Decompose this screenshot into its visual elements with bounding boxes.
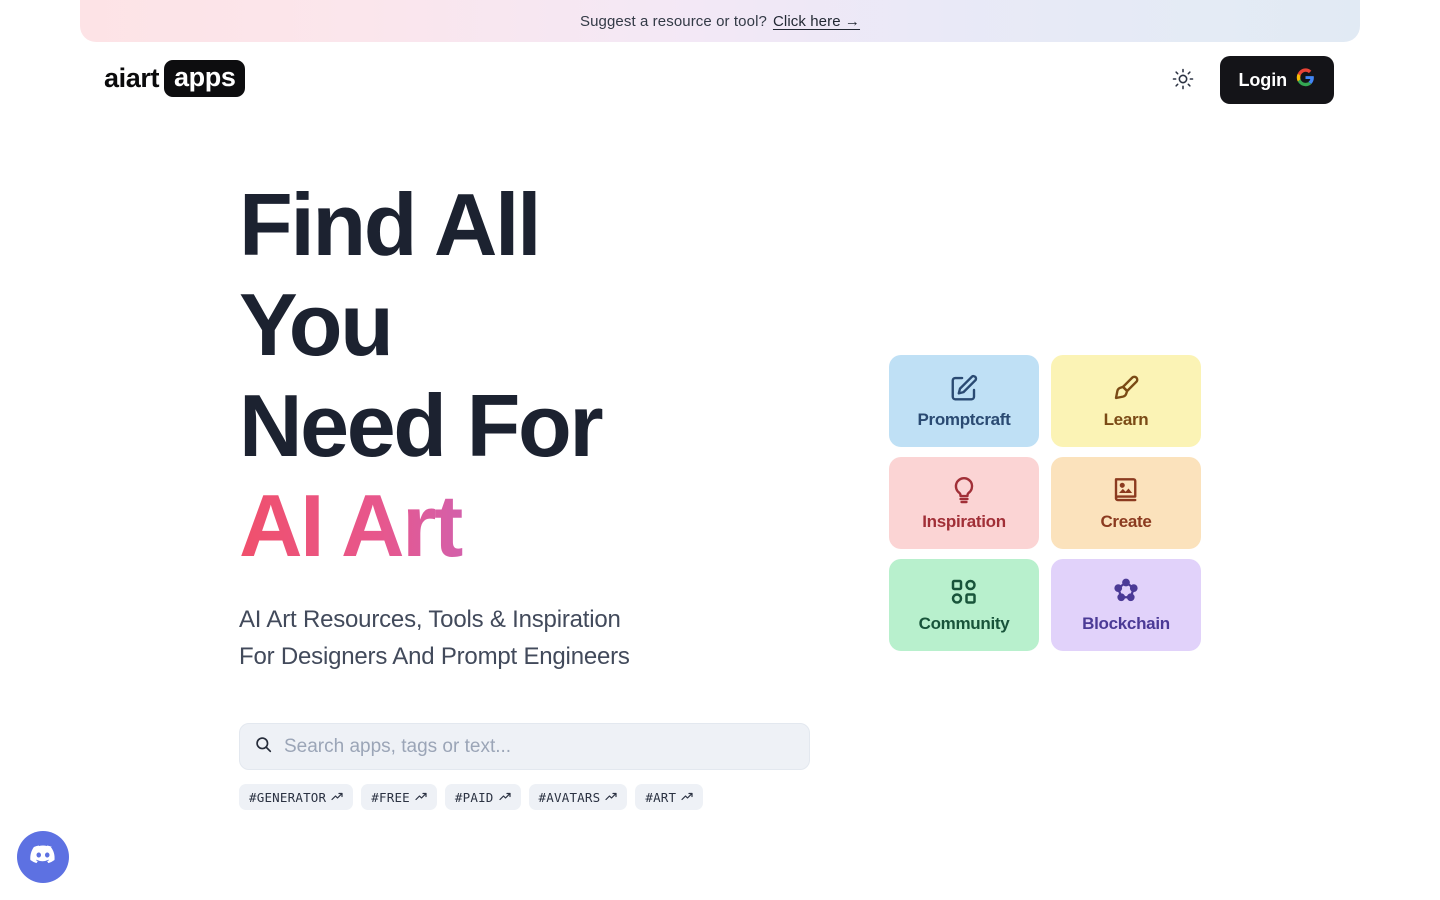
tag-pill[interactable]: #GENERATOR (239, 784, 354, 811)
trending-up-icon (681, 791, 693, 803)
category-card-learn[interactable]: Learn (1051, 355, 1201, 447)
theme-toggle-button[interactable] (1168, 65, 1198, 95)
tag-pill[interactable]: #PAID (444, 784, 521, 811)
search-bar[interactable] (239, 723, 810, 771)
category-cards: Promptcraft Inspiration Community Learn Cre… (889, 355, 1201, 651)
announcement-banner: Suggest a resource or tool? Click here → (80, 0, 1360, 42)
trending-up-icon (415, 791, 427, 803)
banner-message: Suggest a resource or tool? (579, 12, 767, 30)
discord-icon (28, 840, 58, 875)
category-card-inspiration[interactable]: Inspiration (889, 457, 1039, 549)
headline-line-3: Need For (239, 375, 604, 475)
tag-label: #FREE (371, 789, 410, 805)
login-label: Login (1238, 69, 1288, 90)
site-header: aiart apps Login (0, 42, 1440, 118)
hero-subtitle-line-1: AI Art Resources, Tools & Inspiration (239, 606, 621, 634)
headline-line-1: Find All (239, 175, 542, 274)
hero-section: Find All You Need For AI Art AI Art Reso… (239, 175, 879, 811)
banner-click-here-link[interactable]: Click here → (773, 13, 860, 30)
category-column-left: Promptcraft Inspiration Community (889, 355, 1039, 651)
paintbrush-icon (1111, 373, 1141, 403)
tag-label: #ART (645, 789, 677, 805)
search-icon (254, 735, 273, 759)
logo-word: aiart (104, 63, 160, 93)
banner-text: Suggest a resource or tool? Click here → (580, 13, 860, 30)
tag-label: #GENERATOR (249, 789, 327, 805)
category-card-label: Learn (1103, 409, 1149, 429)
category-card-community[interactable]: Community (889, 559, 1039, 651)
tag-label: #PAID (454, 789, 494, 805)
discord-button[interactable] (17, 831, 69, 883)
grid-shapes-icon (949, 577, 979, 607)
category-card-label: Inspiration (922, 511, 1006, 531)
trending-up-icon (331, 791, 343, 803)
headline-accent: AI Art (239, 476, 879, 576)
tag-pill[interactable]: #AVATARS (528, 784, 628, 811)
header-actions: Login (1168, 56, 1334, 104)
trending-up-icon (498, 791, 511, 803)
tag-label: #AVATARS (538, 789, 601, 805)
category-card-create[interactable]: Create (1051, 457, 1201, 549)
blockchain-nodes-icon (1111, 577, 1141, 607)
headline-line-2: You (239, 275, 394, 375)
tag-pill[interactable]: #ART (635, 784, 704, 811)
category-card-label: Blockchain (1082, 613, 1170, 633)
login-button[interactable]: Login (1219, 56, 1334, 104)
category-card-blockchain[interactable]: Blockchain (1051, 559, 1201, 651)
search-input[interactable] (284, 735, 795, 758)
lightbulb-icon (949, 475, 979, 505)
google-g-icon (1296, 68, 1315, 92)
image-book-icon (1111, 475, 1141, 505)
sun-icon (1172, 68, 1194, 93)
hero-subtitle-line-2: For Designers And Prompt Engineers (239, 642, 630, 670)
category-card-label: Create (1100, 511, 1152, 531)
logo-badge: apps (164, 60, 246, 97)
category-card-label: Promptcraft (917, 409, 1011, 429)
tag-pill[interactable]: #FREE (361, 784, 437, 811)
page-root: Suggest a resource or tool? Click here →… (0, 0, 1440, 900)
logo[interactable]: aiart apps (104, 60, 246, 97)
edit-square-icon (949, 373, 979, 403)
trending-up-icon (605, 791, 617, 803)
category-column-right: Learn Create Blockchain (1051, 355, 1201, 651)
category-card-promptcraft[interactable]: Promptcraft (889, 355, 1039, 447)
hero-subtitle: AI Art Resources, Tools & Inspiration Fo… (239, 602, 879, 675)
category-card-label: Community (918, 613, 1010, 633)
trending-tags: #GENERATOR #FREE #PAID #AVATARS #ART (239, 784, 879, 811)
page-title: Find All You Need For AI Art (239, 175, 879, 576)
